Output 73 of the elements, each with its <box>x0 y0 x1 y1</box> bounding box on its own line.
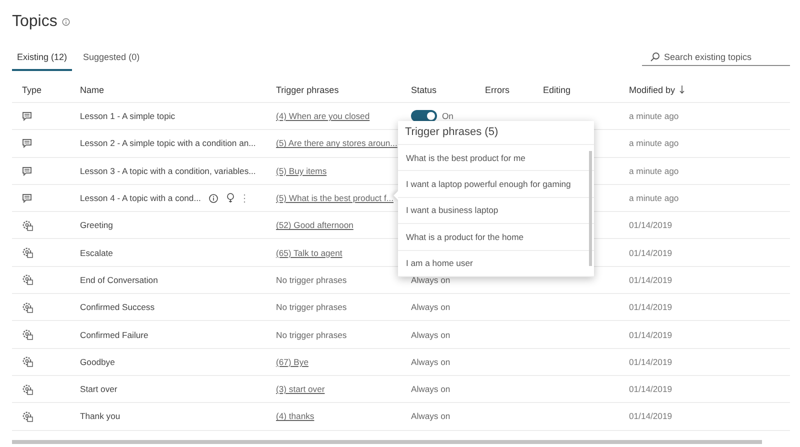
topic-name[interactable]: Goodbye <box>80 356 115 367</box>
trigger-phrases[interactable]: (65) Talk to agent <box>276 248 342 258</box>
chat-icon <box>22 111 32 122</box>
trigger-phrases[interactable]: (52) Good afternoon <box>276 220 354 230</box>
horizontal-scrollbar[interactable] <box>12 440 762 444</box>
column-header[interactable]: Type <box>12 84 70 94</box>
status-label: Always on <box>411 411 450 422</box>
scrollbar[interactable] <box>589 151 592 266</box>
modified-time: a minute ago <box>628 193 680 204</box>
gear-chat-icon <box>22 247 33 258</box>
column-header[interactable]: Errors <box>475 84 533 94</box>
modified-time: 01/14/2019 <box>628 302 674 312</box>
topic-name[interactable]: Confirmed Failure <box>80 330 148 340</box>
trigger-phrases: No trigger phrases <box>276 330 347 340</box>
gear-chat-icon <box>22 410 33 422</box>
tab[interactable]: Suggested (0) <box>78 52 145 71</box>
column-header[interactable]: Modified by <box>629 84 676 94</box>
toggle-switch[interactable] <box>411 110 437 122</box>
status-label: Always on <box>411 356 450 367</box>
status-label: Always on <box>411 302 450 312</box>
topic-name[interactable]: Lesson 4 - A topic with a cond... <box>80 193 201 204</box>
trigger-phrases[interactable]: (5) Buy items <box>276 166 327 176</box>
tab[interactable]: Existing (12) <box>12 52 72 71</box>
status-label: On <box>442 111 454 122</box>
search-icon <box>650 52 660 62</box>
trigger-phrases[interactable]: (5) Are there any stores aroun... <box>276 138 398 148</box>
popup-title: Trigger phrases (5) <box>398 121 594 145</box>
trigger-phrases[interactable]: (5) What is the best product f... <box>276 193 394 204</box>
topic-name[interactable]: Start over <box>80 384 118 394</box>
modified-time: 01/14/2019 <box>628 248 674 258</box>
gear-chat-icon <box>22 356 33 368</box>
sort-down-icon <box>679 85 686 94</box>
gear-chat-icon <box>22 329 33 340</box>
modified-time: 01/14/2019 <box>628 356 674 367</box>
column-header[interactable]: Status <box>401 84 475 94</box>
modified-time: 01/14/2019 <box>628 384 674 394</box>
status-label: Always on <box>411 274 450 285</box>
page-title: Topics <box>12 12 58 30</box>
status-label: Always on <box>411 384 450 394</box>
topic-name[interactable]: End of Conversation <box>80 274 158 285</box>
modified-time: a minute ago <box>628 138 680 148</box>
modified-time: a minute ago <box>628 166 680 176</box>
status-label: Always on <box>411 330 450 340</box>
topic-name[interactable]: Thank you <box>80 411 120 422</box>
column-header[interactable]: Editing <box>533 84 619 94</box>
gear-chat-icon <box>22 274 33 286</box>
column-header[interactable]: Name <box>70 84 266 94</box>
chat-icon <box>22 138 32 148</box>
chat-icon <box>22 193 32 204</box>
chat-icon <box>22 166 32 176</box>
trigger-phrases[interactable]: (3) start over <box>276 384 325 394</box>
modified-time: 01/14/2019 <box>628 274 674 285</box>
topic-name[interactable]: Lesson 3 - A topic with a condition, variables... <box>80 166 256 176</box>
trigger-phrases: No trigger phrases <box>276 274 347 285</box>
trigger-phrases[interactable]: (4) thanks <box>276 411 314 422</box>
info-icon <box>62 18 70 26</box>
info-icon[interactable] <box>208 194 218 203</box>
modified-time: 01/14/2019 <box>628 220 674 230</box>
modified-time: 01/14/2019 <box>628 330 674 340</box>
topic-name[interactable]: Confirmed Success <box>80 302 155 312</box>
modified-time: 01/14/2019 <box>628 411 674 422</box>
topic-name[interactable]: Greeting <box>80 220 113 230</box>
gear-chat-icon <box>22 220 33 231</box>
gear-chat-icon <box>22 384 33 395</box>
topic-name[interactable]: Lesson 1 - A simple topic <box>80 111 176 122</box>
gear-chat-icon <box>22 302 33 313</box>
topic-name[interactable]: Escalate <box>80 248 113 258</box>
column-header[interactable]: Trigger phrases <box>266 84 401 94</box>
trigger-phrases: No trigger phrases <box>276 302 347 312</box>
topic-name[interactable]: Lesson 2 - A simple topic with a condition an... <box>80 138 256 148</box>
trigger-phrases[interactable]: (67) Bye <box>276 356 308 367</box>
modified-time: a minute ago <box>628 111 680 122</box>
trigger-phrases[interactable]: (4) When are you closed <box>276 111 370 122</box>
